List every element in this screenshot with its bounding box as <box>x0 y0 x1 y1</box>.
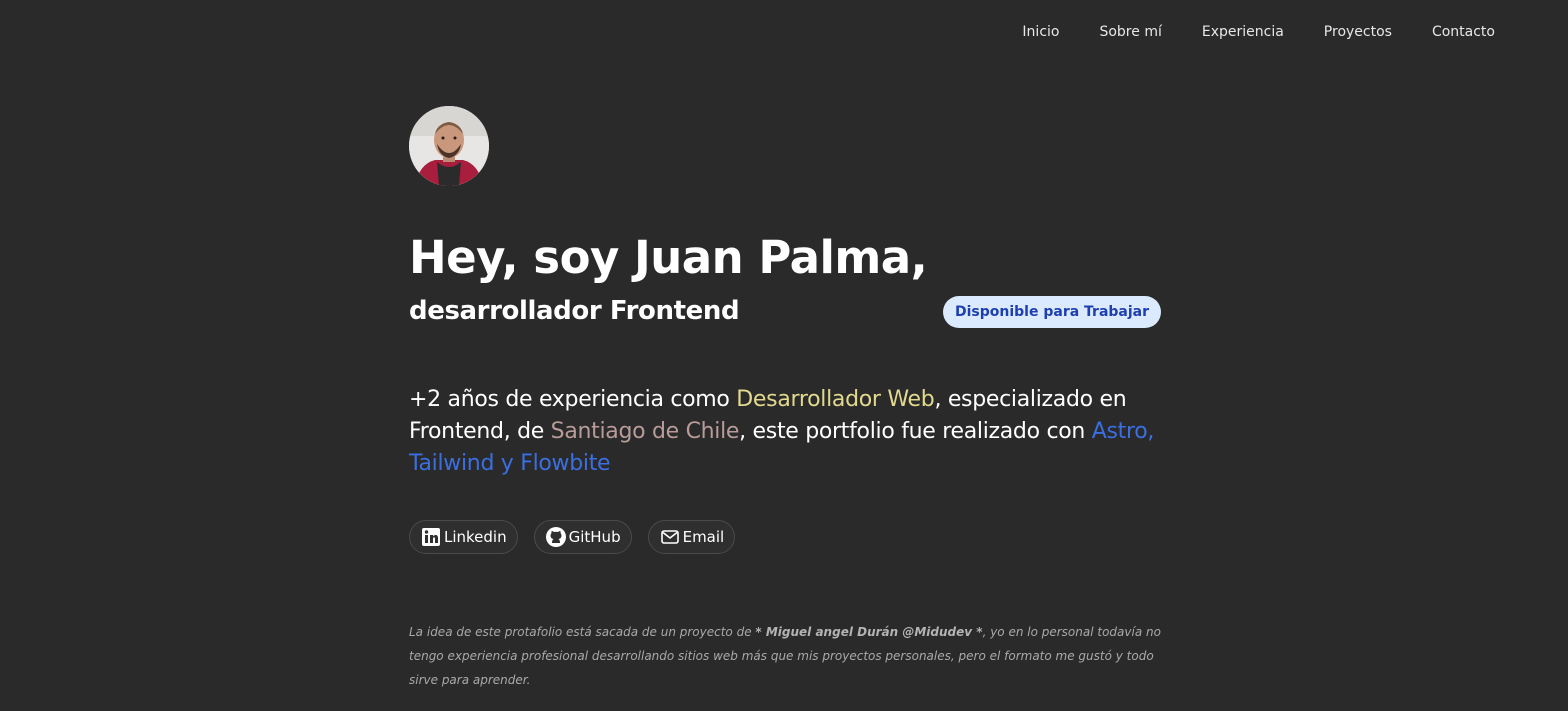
nav-item-experiencia[interactable]: Experiencia <box>1202 22 1284 42</box>
page-title: Hey, soy Juan Palma, <box>409 231 928 284</box>
linkedin-icon <box>420 526 442 548</box>
intro-highlight-role: Desarrollador Web <box>736 387 935 412</box>
profile-photo-icon <box>409 106 489 186</box>
subtitle-row: desarrollador Frontend Disponible para T… <box>409 294 1162 328</box>
email-button[interactable]: Email <box>647 520 736 554</box>
email-label: Email <box>682 528 725 546</box>
nav-item-proyectos[interactable]: Proyectos <box>1324 22 1392 42</box>
nav-item-contacto[interactable]: Contacto <box>1432 22 1495 42</box>
mail-icon <box>659 526 681 548</box>
top-navigation: Inicio Sobre mí Experiencia Proyectos Co… <box>1022 22 1495 42</box>
availability-badge: Disponible para Trabajar <box>943 296 1162 328</box>
hero-section: Hey, soy Juan Palma, desarrollador Front… <box>409 106 1162 704</box>
intro-paragraph: +2 años de experiencia como Desarrollado… <box>409 384 1169 480</box>
page-subtitle: desarrollador Frontend <box>409 296 740 326</box>
note-author: * Miguel angel Durán @Midudev * <box>755 625 983 639</box>
intro-highlight-city: Santiago de Chile <box>550 419 740 444</box>
credits-note: La idea de este protafolio está sacada d… <box>409 620 1169 692</box>
intro-text-1: +2 años de experiencia como <box>409 387 737 412</box>
github-button[interactable]: GitHub <box>533 520 632 554</box>
linkedin-label: Linkedin <box>444 528 507 546</box>
github-icon <box>545 526 567 548</box>
avatar <box>409 106 489 186</box>
nav-item-sobre-mi[interactable]: Sobre mí <box>1099 22 1161 42</box>
intro-text-3: , este portfolio fue realizado con <box>739 419 1092 444</box>
note-text-1: La idea de este protafolio está sacada d… <box>409 625 756 639</box>
social-links: Linkedin GitHub Email <box>409 520 1159 554</box>
nav-item-inicio[interactable]: Inicio <box>1022 22 1059 42</box>
linkedin-button[interactable]: Linkedin <box>409 520 518 554</box>
github-label: GitHub <box>568 528 621 546</box>
